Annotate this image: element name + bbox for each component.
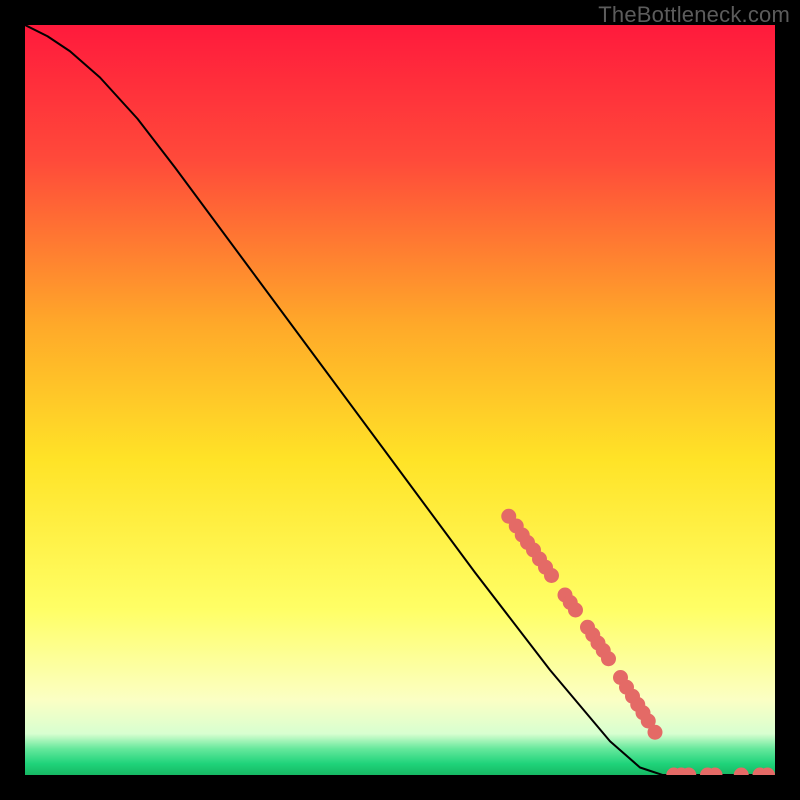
curve-marker bbox=[569, 603, 583, 617]
chart-frame: TheBottleneck.com bbox=[0, 0, 800, 800]
chart-background bbox=[25, 25, 775, 775]
curve-marker bbox=[602, 652, 616, 666]
curve-marker bbox=[648, 725, 662, 739]
curve-marker bbox=[545, 569, 559, 583]
chart-plot bbox=[25, 25, 775, 775]
